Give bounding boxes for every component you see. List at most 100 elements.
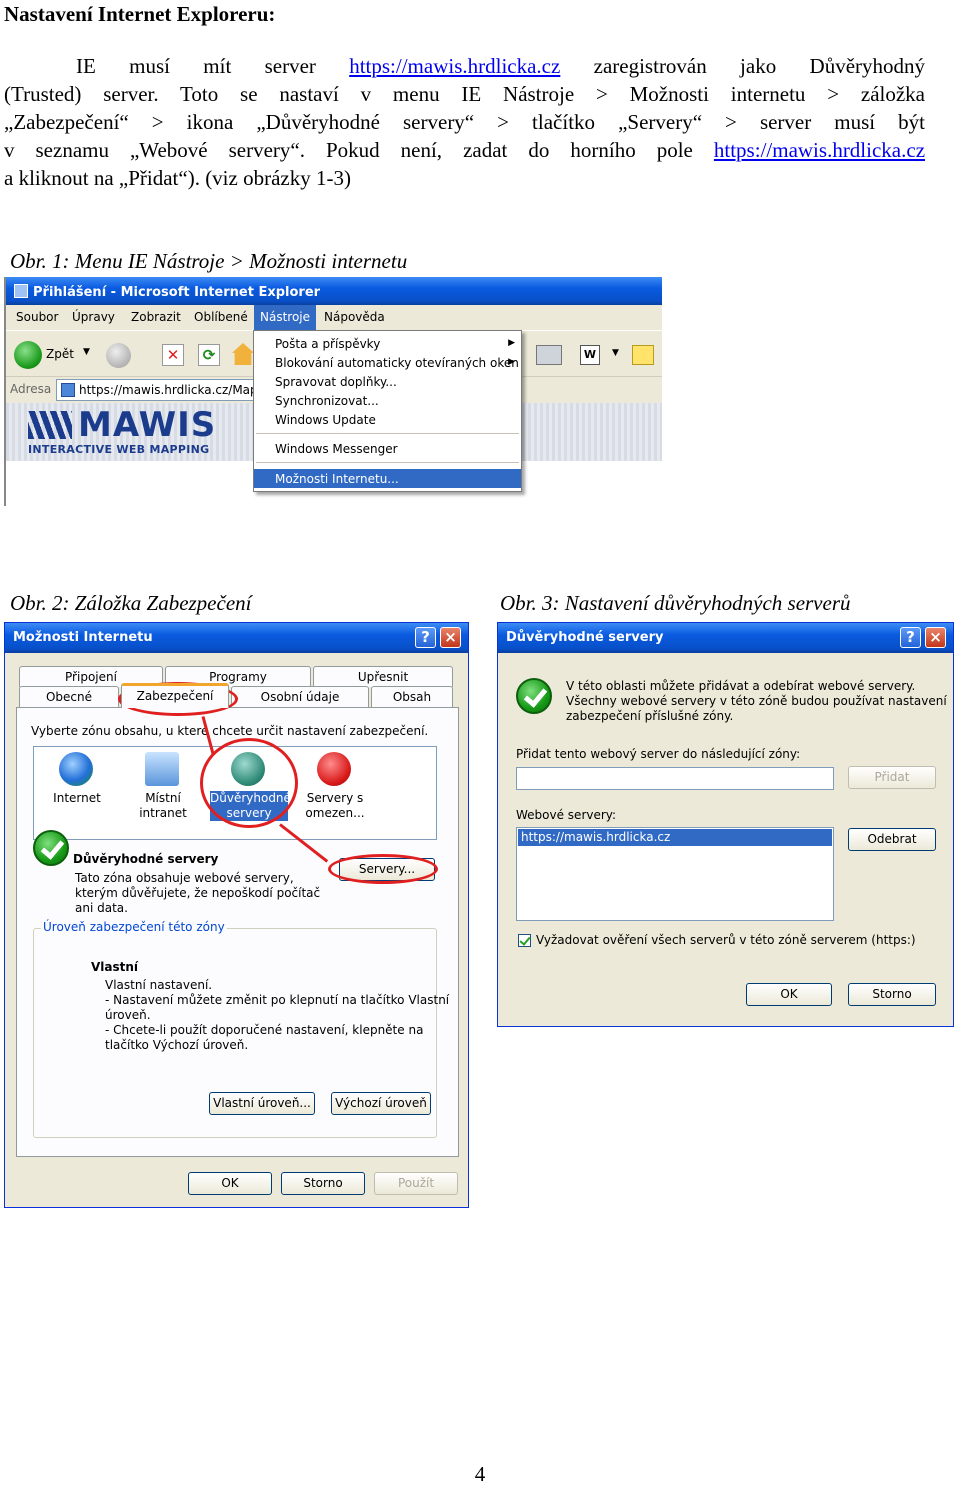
word-dropdown-icon[interactable]: ▼ (612, 348, 619, 358)
trusted-zone-icon (516, 678, 552, 714)
intranet-monitor-icon (145, 752, 179, 786)
tab-advanced[interactable]: Upřesnit (313, 666, 453, 687)
page-icon (61, 383, 75, 397)
apply-button[interactable]: Použít (374, 1172, 458, 1195)
caption-fig1: Obr. 1: Menu IE Nástroje > Možnosti inte… (10, 249, 408, 273)
zone-description: Tato zóna obsahuje webové servery, který… (75, 871, 320, 916)
word-icon[interactable]: W (580, 345, 600, 365)
menu-item-internet-options[interactable]: Možnosti Internetu... (254, 469, 521, 488)
note-icon[interactable] (632, 345, 654, 365)
close-icon[interactable]: × (925, 627, 946, 648)
annotation-ring-trusted-zone (200, 738, 298, 828)
level-line: - Chcete-li použít doporučené nastavení,… (105, 1023, 424, 1037)
ie-icon (14, 284, 28, 298)
cancel-button[interactable]: Storno (848, 983, 936, 1006)
annotation-ring-servers-button (328, 854, 438, 884)
dialog-title: Důvěryhodné servery (506, 630, 664, 645)
require-https-checkbox[interactable] (518, 934, 531, 947)
trusted-sites-dialog: Důvěryhodné servery ? × V této oblasti m… (497, 622, 954, 1027)
restricted-icon (317, 752, 351, 786)
instructions-paragraph: IE musí mít server https://mawis.hrdlick… (4, 52, 925, 192)
dialog-title: Možnosti Internetu (13, 630, 153, 645)
ie-titlebar: Přihlášení - Microsoft Internet Explorer (6, 277, 662, 305)
menu-separator (256, 462, 519, 463)
menu-item-addons[interactable]: Spravovat doplňky... (254, 372, 521, 391)
globe-icon (59, 752, 93, 786)
mawis-link-2[interactable]: https://mawis.hrdlicka.cz (714, 138, 925, 162)
menu-soubor[interactable]: Soubor (16, 310, 58, 324)
zone-label: Místní intranet (139, 791, 187, 820)
tab-general[interactable]: Obecné (19, 686, 119, 707)
zone-desc-line: Tato zóna obsahuje webové servery, (75, 871, 294, 885)
ie-menubar: Soubor Úpravy Zobrazit Oblíbené Nástroje… (6, 305, 662, 330)
dialog-titlebar: Důvěryhodné servery ? × (498, 623, 953, 653)
add-button[interactable]: Přidat (848, 766, 936, 789)
custom-level-button[interactable]: Vlastní úroveň... (209, 1092, 315, 1115)
zone-label: Internet (53, 791, 101, 805)
stop-icon[interactable]: ✕ (162, 344, 184, 366)
mawis-link[interactable]: https://mawis.hrdlicka.cz (349, 54, 560, 78)
ok-button[interactable]: OK (746, 983, 832, 1006)
menu-oblibene[interactable]: Oblíbené (194, 310, 248, 324)
remove-button[interactable]: Odebrat (848, 828, 936, 851)
security-level-title: Vlastní (91, 960, 139, 974)
menu-separator (256, 433, 519, 434)
page-number: 4 (474, 1462, 486, 1485)
menu-item-windows-update[interactable]: Windows Update (254, 410, 521, 429)
add-site-input[interactable] (516, 767, 834, 790)
zone-label: Servery s omezen... (305, 791, 365, 820)
sites-list-item[interactable]: https://mawis.hrdlicka.cz (518, 829, 832, 846)
zone-local-intranet[interactable]: Místní intranet (120, 747, 206, 827)
para-line4-start: v seznamu „Webové servery“. Pokud není, … (4, 138, 693, 162)
close-icon[interactable]: × (440, 627, 461, 648)
ie-window-screenshot: Přihlášení - Microsoft Internet Explorer… (4, 277, 662, 506)
dialog-titlebar: Možnosti Internetu ? × (5, 623, 468, 653)
default-level-button[interactable]: Výchozí úroveň (331, 1092, 431, 1115)
security-level-text: Vlastní nastavení. - Nastavení můžete zm… (105, 978, 449, 1053)
caption-fig2: Obr. 2: Záložka Zabezpečení (10, 591, 252, 615)
zone-desc-line: ani data. (75, 901, 128, 915)
back-arrow-icon[interactable] (14, 341, 42, 369)
home-icon[interactable] (232, 343, 254, 365)
forward-arrow-icon[interactable] (106, 343, 131, 368)
zone-restricted-sites[interactable]: Servery s omezen... (292, 747, 378, 827)
zone-internet[interactable]: Internet (34, 747, 120, 827)
para-line1-start: IE musí mít server (76, 54, 316, 78)
menu-nastroje[interactable]: Nástroje (254, 305, 317, 330)
zone-prompt: Vyberte zónu obsahu, u které chcete urči… (31, 724, 429, 738)
info-line: zabezpečení příslušné zóny. (566, 709, 734, 723)
security-level-legend: Úroveň zabezpečení této zóny (41, 920, 227, 934)
ok-button[interactable]: OK (188, 1172, 272, 1195)
help-icon[interactable]: ? (900, 627, 921, 648)
internet-options-dialog: Možnosti Internetu ? × Připojení Program… (4, 622, 469, 1208)
para-line3: „Zabezpečení“ > ikona „Důvěryhodné serve… (4, 110, 925, 134)
menu-item-mail[interactable]: Pošta a příspěvky ▶ (254, 334, 521, 353)
back-dropdown-icon[interactable]: ▼ (83, 347, 90, 357)
zone-desc-line: kterým důvěřujete, že nepoškodí počítač (75, 886, 321, 900)
menu-item-sync[interactable]: Synchronizovat... (254, 391, 521, 410)
tab-security[interactable]: Zabezpečení (121, 683, 229, 708)
level-line: - Nastavení můžete změnit po klepnutí na… (105, 993, 450, 1007)
add-site-label: Přidat tento webový server do následujíc… (516, 747, 801, 761)
back-label[interactable]: Zpět (46, 347, 74, 361)
menu-item-messenger[interactable]: Windows Messenger (254, 439, 521, 458)
document-title: Nastavení Internet Exploreru: (4, 2, 276, 26)
cancel-button[interactable]: Storno (281, 1172, 365, 1195)
tab-privacy[interactable]: Osobní údaje (231, 686, 369, 707)
tab-content[interactable]: Obsah (371, 686, 453, 707)
menu-napoveda[interactable]: Nápověda (324, 310, 385, 324)
help-icon[interactable]: ? (415, 627, 436, 648)
caption-fig3: Obr. 3: Nastavení důvěryhodných serverů (500, 591, 851, 615)
menu-item-popup-blocker[interactable]: Blokování automaticky otevíraných oken ▶ (254, 353, 521, 372)
address-input[interactable]: https://mawis.hrdlicka.cz/MapS (56, 379, 265, 401)
mawis-logo: MAWIS (78, 405, 217, 445)
menu-upravy[interactable]: Úpravy (72, 310, 115, 324)
menu-zobrazit[interactable]: Zobrazit (131, 310, 181, 324)
submenu-arrow-icon: ▶ (508, 338, 515, 348)
info-line: V této oblasti můžete přidávat a odebíra… (566, 679, 916, 693)
address-label: Adresa (10, 382, 52, 396)
sites-list[interactable]: https://mawis.hrdlicka.cz (516, 827, 834, 921)
print-icon[interactable] (536, 345, 562, 365)
address-value: https://mawis.hrdlicka.cz/MapS (79, 383, 266, 397)
refresh-icon[interactable]: ⟳ (198, 344, 220, 366)
